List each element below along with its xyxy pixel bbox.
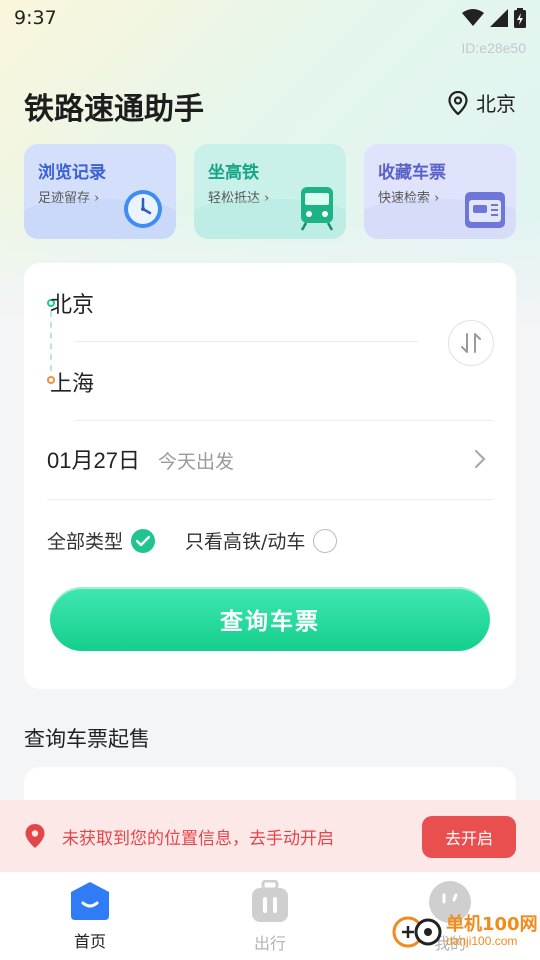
app-title: 铁路速通助手 — [24, 92, 204, 127]
battery-icon — [514, 8, 526, 28]
site-watermark: 单机100网 danji100.com — [390, 904, 540, 960]
favorite-tickets-card[interactable]: 收藏车票 快速检索 › — [364, 144, 516, 239]
tab-home[interactable]: 首页 — [30, 880, 150, 952]
luggage-icon — [252, 880, 288, 922]
history-card-title: 浏览记录 — [38, 163, 106, 183]
route-connector — [50, 311, 52, 371]
watermark-main: 单机100网 — [446, 914, 538, 936]
date-selector[interactable]: 01月27日 今天出发 — [47, 443, 234, 475]
wifi-icon — [462, 9, 484, 26]
location-message: 未获取到您的位置信息，去手动开启 — [62, 828, 334, 849]
filter-all-types[interactable]: 全部类型 — [47, 527, 156, 554]
presale-section-title: 查询车票起售 — [24, 727, 150, 751]
swap-stations-button[interactable] — [448, 320, 494, 366]
city-label: 北京 — [476, 92, 516, 116]
status-time: 9:37 — [14, 7, 57, 29]
departure-date-hint: 今天出发 — [157, 451, 234, 473]
tab-home-label: 首页 — [73, 932, 106, 951]
date-divider — [47, 499, 494, 500]
watermark-sub: danji100.com — [446, 934, 518, 949]
from-station[interactable]: 北京 — [50, 287, 94, 319]
unchecked-circle-icon — [313, 528, 338, 553]
watermark-logo-icon — [392, 916, 442, 948]
tab-travel[interactable]: 出行 — [210, 880, 330, 954]
signal-icon — [490, 9, 508, 27]
location-permission-banner: 未获取到您的位置信息，去手动开启 去开启 — [0, 800, 540, 872]
train-icon — [300, 187, 334, 231]
history-card[interactable]: 浏览记录 足迹留存 › — [24, 144, 176, 239]
filter-high-speed-label: 只看高铁/动车 — [185, 531, 306, 553]
enable-location-button[interactable]: 去开启 — [422, 816, 516, 858]
location-pin-icon — [448, 90, 468, 115]
status-bar: 9:37 — [0, 0, 540, 36]
chevron-right-icon — [474, 449, 486, 469]
watermark-text: 单机100网 danji100.com — [446, 914, 538, 949]
swap-arrows-icon — [461, 333, 481, 353]
to-station-divider — [74, 420, 494, 421]
filter-all-types-label: 全部类型 — [47, 531, 124, 553]
status-icons — [462, 8, 526, 28]
home-icon — [71, 882, 109, 920]
filter-high-speed-only[interactable]: 只看高铁/动车 — [185, 527, 338, 554]
from-station-divider — [74, 341, 418, 342]
favorite-tickets-card-title: 收藏车票 — [378, 163, 446, 183]
ticket-search-card: 01月27日 今天出发 全部类型 只看高铁/动车 查询车票 — [24, 263, 516, 689]
alarm-clock-icon — [124, 190, 162, 228]
high-speed-rail-card-title: 坐高铁 — [208, 163, 259, 183]
tab-travel-label: 出行 — [253, 934, 286, 953]
checkmark-icon — [131, 528, 156, 553]
query-tickets-button[interactable]: 查询车票 — [50, 587, 490, 651]
high-speed-rail-card[interactable]: 坐高铁 轻松抵达 › — [194, 144, 346, 239]
ticket-icon — [465, 192, 505, 228]
location-pin-icon — [25, 824, 45, 848]
train-type-filter: 全部类型 只看高铁/动车 — [47, 527, 367, 554]
city-selector[interactable]: 北京 — [448, 88, 516, 117]
quick-cards: 浏览记录 足迹留存 › 坐高铁 轻松抵达 › 收藏车票 快速检索 › — [24, 144, 516, 239]
device-id: ID:e28e50 — [461, 40, 526, 56]
to-station[interactable]: 上海 — [50, 366, 94, 398]
departure-date: 01月27日 — [47, 448, 140, 473]
